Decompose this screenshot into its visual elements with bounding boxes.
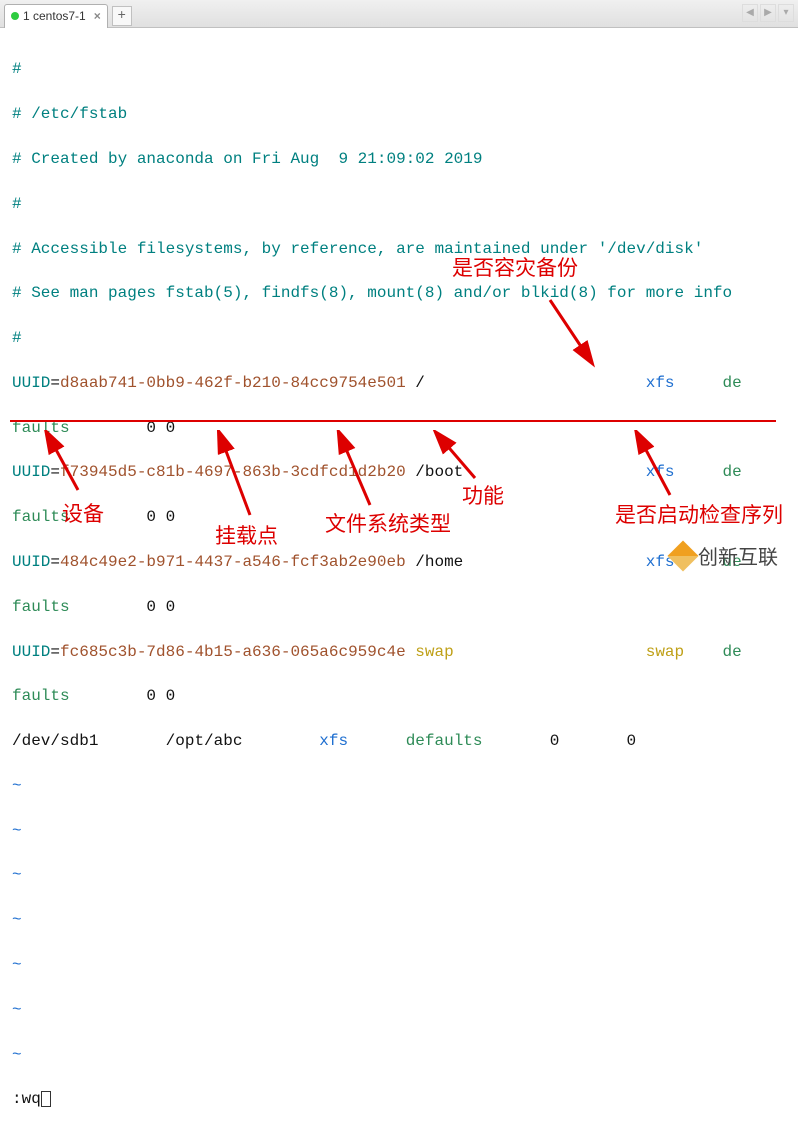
watermark-logo-icon bbox=[667, 540, 698, 571]
add-tab-button[interactable]: + bbox=[112, 6, 132, 26]
vim-tilde: ~ bbox=[12, 999, 786, 1021]
watermark-text: 创新互联 bbox=[698, 541, 778, 570]
fstab-entry-cont: faults 0 0 bbox=[12, 596, 786, 618]
annotation-device: 设备 bbox=[62, 498, 104, 528]
fstab-comment: # Accessible filesystems, by reference, … bbox=[12, 238, 786, 260]
nav-menu-icon[interactable]: ▾ bbox=[778, 4, 794, 22]
arrow-icon bbox=[540, 290, 600, 370]
fstab-comment: # See man pages fstab(5), findfs(8), mou… bbox=[12, 282, 786, 304]
fstab-entry-cont: faults 0 0 bbox=[12, 685, 786, 707]
vim-tilde: ~ bbox=[12, 864, 786, 886]
nav-left-icon[interactable]: ◀ bbox=[742, 4, 758, 22]
annotation-underline bbox=[10, 420, 776, 422]
nav-right-icon[interactable]: ▶ bbox=[760, 4, 776, 22]
fstab-comment: # bbox=[12, 58, 786, 80]
fstab-new-entry: /dev/sdb1 /opt/abc xfs defaults 0 0 bbox=[12, 730, 786, 752]
status-dot-icon bbox=[11, 12, 19, 20]
vim-tilde: ~ bbox=[12, 775, 786, 797]
fstab-comment: # bbox=[12, 327, 786, 349]
close-tab-icon[interactable]: × bbox=[94, 9, 101, 23]
annotation-mount: 挂载点 bbox=[215, 520, 278, 550]
annotation-fstype: 文件系统类型 bbox=[325, 508, 451, 538]
fstab-entry: UUID=d8aab741-0bb9-462f-b210-84cc9754e50… bbox=[12, 372, 786, 394]
watermark: 创新互联 bbox=[672, 541, 778, 570]
fstab-comment: # bbox=[12, 193, 786, 215]
tab-bar: 1 centos7-1 × + ◀ ▶ ▾ bbox=[0, 0, 798, 28]
fstab-comment: # /etc/fstab bbox=[12, 103, 786, 125]
vim-command-line[interactable]: :wq bbox=[12, 1088, 786, 1110]
cursor-icon bbox=[41, 1091, 51, 1107]
arrow-icon bbox=[330, 430, 390, 510]
annotation-backup: 是否容灾备份 bbox=[452, 252, 578, 282]
arrow-icon bbox=[630, 430, 690, 500]
tab-nav: ◀ ▶ ▾ bbox=[742, 4, 794, 22]
tab-label: 1 centos7-1 bbox=[23, 9, 86, 23]
annotation-check: 是否启动检查序列 bbox=[615, 499, 783, 529]
terminal-tab[interactable]: 1 centos7-1 × bbox=[4, 4, 108, 28]
vim-tilde: ~ bbox=[12, 1044, 786, 1066]
arrow-icon bbox=[430, 430, 490, 485]
fstab-entry: UUID=fc685c3b-7d86-4b15-a636-065a6c959c4… bbox=[12, 641, 786, 663]
vim-tilde: ~ bbox=[12, 954, 786, 976]
arrow-icon bbox=[210, 430, 270, 520]
vim-tilde: ~ bbox=[12, 909, 786, 931]
vim-tilde: ~ bbox=[12, 820, 786, 842]
arrow-icon bbox=[38, 430, 88, 500]
fstab-comment: # Created by anaconda on Fri Aug 9 21:09… bbox=[12, 148, 786, 170]
terminal-body[interactable]: # # /etc/fstab # Created by anaconda on … bbox=[0, 28, 798, 1141]
